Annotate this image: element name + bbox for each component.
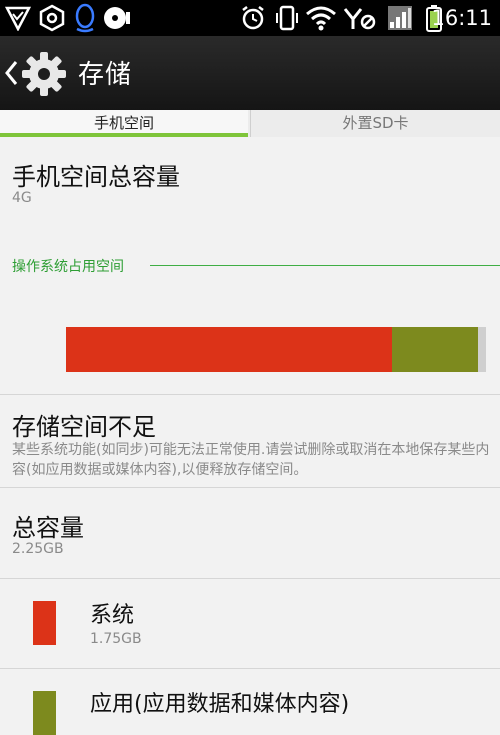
alarm-clock-icon: [238, 3, 268, 33]
total-capacity-value: 2.25GB: [12, 541, 64, 557]
divider: [0, 487, 500, 488]
clock-time: 16:11: [431, 6, 492, 30]
back-chevron-icon[interactable]: [2, 56, 20, 90]
page-title: 存储: [78, 60, 133, 90]
settings-hex-icon: [36, 3, 68, 33]
low-storage-title[interactable]: 存储空间不足: [12, 407, 156, 442]
vibrate-icon: [272, 3, 302, 33]
divider: [0, 394, 500, 395]
apps-color-swatch: [33, 691, 56, 735]
tab-sd-card[interactable]: 外置SD卡: [250, 110, 500, 137]
divider: [0, 668, 500, 669]
gear-icon[interactable]: [20, 50, 68, 98]
os-space-header: 操作系统占用空间: [12, 259, 124, 275]
storage-tabs: 手机空间 外置SD卡: [0, 110, 500, 137]
phone-space-title: 手机空间总容量: [12, 163, 180, 191]
tab-phone-space[interactable]: 手机空间: [0, 110, 248, 137]
qq-penguin-icon: [70, 3, 100, 33]
storage-bar-system-segment: [66, 327, 393, 372]
section-divider: [150, 265, 500, 266]
apps-label: 应用(应用数据和媒体内容): [90, 692, 350, 717]
low-storage-description: 某些系统功能(如同步)可能无法正常使用.请尝试删除或取消在本地保存某些内容(如应…: [12, 442, 490, 478]
cell-signal-icon: [385, 3, 415, 33]
wifi-icon: [304, 3, 338, 33]
signal-no-sim-icon: [343, 3, 377, 33]
action-bar: 存储: [0, 36, 500, 110]
system-color-swatch: [33, 601, 56, 645]
storage-usage-bar: [66, 327, 486, 372]
storage-bar-apps-segment: [392, 327, 479, 372]
storage-bar-free-segment: [478, 327, 486, 372]
total-capacity-title: 总容量: [12, 514, 84, 542]
system-label: 系统: [90, 603, 135, 628]
phone-space-value: 4G: [12, 190, 32, 206]
status-bar: 16:11: [0, 0, 500, 36]
divider: [0, 578, 500, 579]
shield-check-icon: [2, 3, 34, 33]
media-disc-icon: [102, 3, 132, 33]
system-size: 1.75GB: [90, 631, 142, 647]
